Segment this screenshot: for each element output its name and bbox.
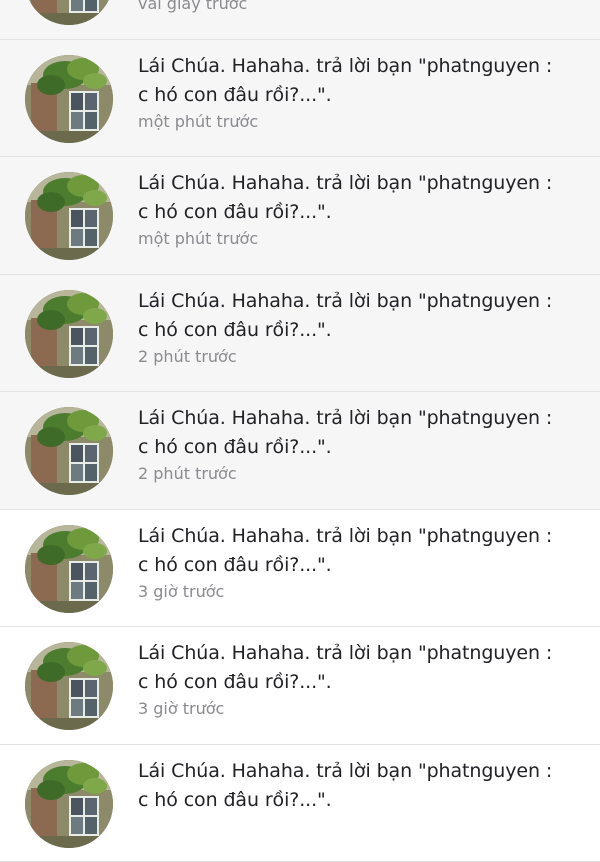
notification-text: Lái Chúa. Hahaha. trả lời bạn "phatnguye…: [138, 287, 578, 345]
notification-text: Lái Chúa. Hahaha. trả lời bạn "phatnguye…: [138, 639, 578, 697]
notification-item[interactable]: Lái Chúa. Hahaha. trả lời bạn "phatnguye…: [0, 392, 600, 510]
notification-item[interactable]: vài giây trước: [0, 0, 600, 40]
notification-time: 2 phút trước: [138, 464, 237, 483]
notification-time: vài giây trước: [138, 0, 247, 13]
avatar: [25, 0, 113, 25]
notification-item[interactable]: Lái Chúa. Hahaha. trả lời bạn "phatnguye…: [0, 510, 600, 628]
avatar: [25, 55, 113, 143]
notification-item[interactable]: Lái Chúa. Hahaha. trả lời bạn "phatnguye…: [0, 40, 600, 158]
avatar: [25, 642, 113, 730]
notification-item[interactable]: Lái Chúa. Hahaha. trả lời bạn "phatnguye…: [0, 275, 600, 393]
avatar: [25, 525, 113, 613]
notification-text: Lái Chúa. Hahaha. trả lời bạn "phatnguye…: [138, 522, 578, 580]
notification-text: Lái Chúa. Hahaha. trả lời bạn "phatnguye…: [138, 757, 578, 815]
avatar: [25, 290, 113, 378]
notification-item[interactable]: Lái Chúa. Hahaha. trả lời bạn "phatnguye…: [0, 627, 600, 745]
avatar: [25, 407, 113, 495]
notification-item[interactable]: Lái Chúa. Hahaha. trả lời bạn "phatnguye…: [0, 157, 600, 275]
notification-text: Lái Chúa. Hahaha. trả lời bạn "phatnguye…: [138, 52, 578, 110]
notification-time: 3 giờ trước: [138, 699, 224, 718]
avatar: [25, 760, 113, 848]
notification-time: 2 phút trước: [138, 347, 237, 366]
notification-list: vài giây trước Lái Chúa. Hahaha. trả lời…: [0, 0, 600, 862]
avatar: [25, 172, 113, 260]
notification-text: Lái Chúa. Hahaha. trả lời bạn "phatnguye…: [138, 169, 578, 227]
notification-item[interactable]: Lái Chúa. Hahaha. trả lời bạn "phatnguye…: [0, 745, 600, 862]
notification-time: 3 giờ trước: [138, 582, 224, 601]
notification-text: Lái Chúa. Hahaha. trả lời bạn "phatnguye…: [138, 404, 578, 462]
notification-time: một phút trước: [138, 229, 258, 248]
notification-time: một phút trước: [138, 112, 258, 131]
